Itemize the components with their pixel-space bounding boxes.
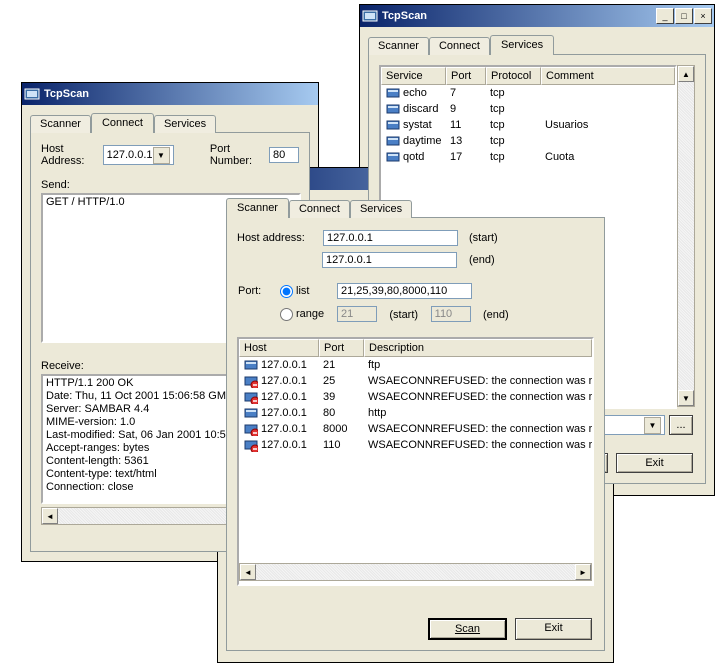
host-value: 127.0.0.1 xyxy=(107,149,153,161)
service-icon xyxy=(385,133,401,149)
range-start-input xyxy=(337,306,377,322)
host-start-input[interactable] xyxy=(323,230,458,246)
result-row[interactable]: 127.0.0.1110WSAECONNREFUSED: the connect… xyxy=(239,437,592,453)
service-row[interactable]: systat11tcpUsuarios xyxy=(381,117,675,133)
maximize-button[interactable]: □ xyxy=(675,8,693,24)
hscroll[interactable]: ◄► xyxy=(239,563,592,581)
tab-scanner[interactable]: Scanner xyxy=(368,37,429,55)
col-port[interactable]: Port xyxy=(446,67,486,85)
vscroll[interactable]: ▲▼ xyxy=(677,65,695,407)
tab-connect[interactable]: Connect xyxy=(91,113,154,133)
service-row[interactable]: echo7tcp xyxy=(381,85,675,101)
range-end-input xyxy=(431,306,471,322)
result-row[interactable]: 127.0.0.121ftp xyxy=(239,357,592,373)
result-row[interactable]: 127.0.0.139WSAECONNREFUSED: the connecti… xyxy=(239,389,592,405)
host-err-icon xyxy=(243,389,259,405)
window-title: TcpScan xyxy=(382,10,656,22)
service-icon xyxy=(385,85,401,101)
tab-scanner[interactable]: Scanner xyxy=(30,115,91,133)
host-err-icon xyxy=(243,437,259,453)
window-title: TcpScan xyxy=(44,88,316,100)
port-input[interactable] xyxy=(269,147,299,163)
exit-button[interactable]: Exit xyxy=(515,618,592,640)
results-listview[interactable]: Host Port Description 127.0.0.121ftp127.… xyxy=(237,337,594,586)
titlebar[interactable]: TcpScan _ □ × xyxy=(360,5,714,27)
result-row[interactable]: 127.0.0.125WSAECONNREFUSED: the connecti… xyxy=(239,373,592,389)
service-icon xyxy=(385,117,401,133)
tab-scanner[interactable]: Scanner xyxy=(226,198,289,218)
tab-connect[interactable]: Connect xyxy=(289,200,350,218)
minimize-button[interactable]: _ xyxy=(656,8,674,24)
browse-button[interactable]: ... xyxy=(669,415,693,435)
result-row[interactable]: 127.0.0.18000WSAECONNREFUSED: the connec… xyxy=(239,421,592,437)
range-start-label: (start) xyxy=(389,309,418,321)
range-end-label: (end) xyxy=(483,309,509,321)
host-combo[interactable]: 127.0.0.1▼ xyxy=(103,145,174,165)
result-row[interactable]: 127.0.0.180http xyxy=(239,405,592,421)
host-ok-icon xyxy=(243,405,259,421)
host-addr-label: Host address: xyxy=(237,232,305,244)
col-port[interactable]: Port xyxy=(319,339,364,357)
app-icon xyxy=(24,86,40,102)
close-button[interactable]: × xyxy=(694,8,712,24)
service-row[interactable]: discard9tcp xyxy=(381,101,675,117)
host-err-icon xyxy=(243,373,259,389)
host-end-input[interactable] xyxy=(322,252,457,268)
col-comment[interactable]: Comment xyxy=(541,67,675,85)
col-desc[interactable]: Description xyxy=(364,339,592,357)
col-service[interactable]: Service xyxy=(381,67,446,85)
tab-services[interactable]: Services xyxy=(154,115,216,133)
radio-range[interactable]: range xyxy=(280,308,324,320)
tab-services[interactable]: Services xyxy=(350,200,412,218)
service-icon xyxy=(385,149,401,165)
end-label: (end) xyxy=(469,254,495,266)
radio-list[interactable]: list xyxy=(280,285,309,297)
scan-button[interactable]: Scan xyxy=(428,618,507,640)
titlebar[interactable]: TcpScan xyxy=(22,83,318,105)
send-label: Send: xyxy=(41,179,299,191)
host-err-icon xyxy=(243,421,259,437)
exit-button[interactable]: Exit xyxy=(616,453,693,473)
port-list-input[interactable] xyxy=(337,283,472,299)
service-row[interactable]: qotd17tcpCuota xyxy=(381,149,675,165)
window-scanner: TcpScan _ □ × Scanner Connect Services H… xyxy=(217,167,614,663)
host-ok-icon xyxy=(243,357,259,373)
tab-services[interactable]: Services xyxy=(490,35,554,55)
service-icon xyxy=(385,101,401,117)
start-label: (start) xyxy=(469,232,498,244)
col-protocol[interactable]: Protocol xyxy=(486,67,541,85)
service-row[interactable]: daytime13tcp xyxy=(381,133,675,149)
col-host[interactable]: Host xyxy=(239,339,319,357)
host-label: Host Address: xyxy=(41,143,97,167)
port-label: Port Number: xyxy=(210,143,263,167)
app-icon xyxy=(362,8,378,24)
port-label: Port: xyxy=(238,285,261,297)
tab-connect[interactable]: Connect xyxy=(429,37,490,55)
